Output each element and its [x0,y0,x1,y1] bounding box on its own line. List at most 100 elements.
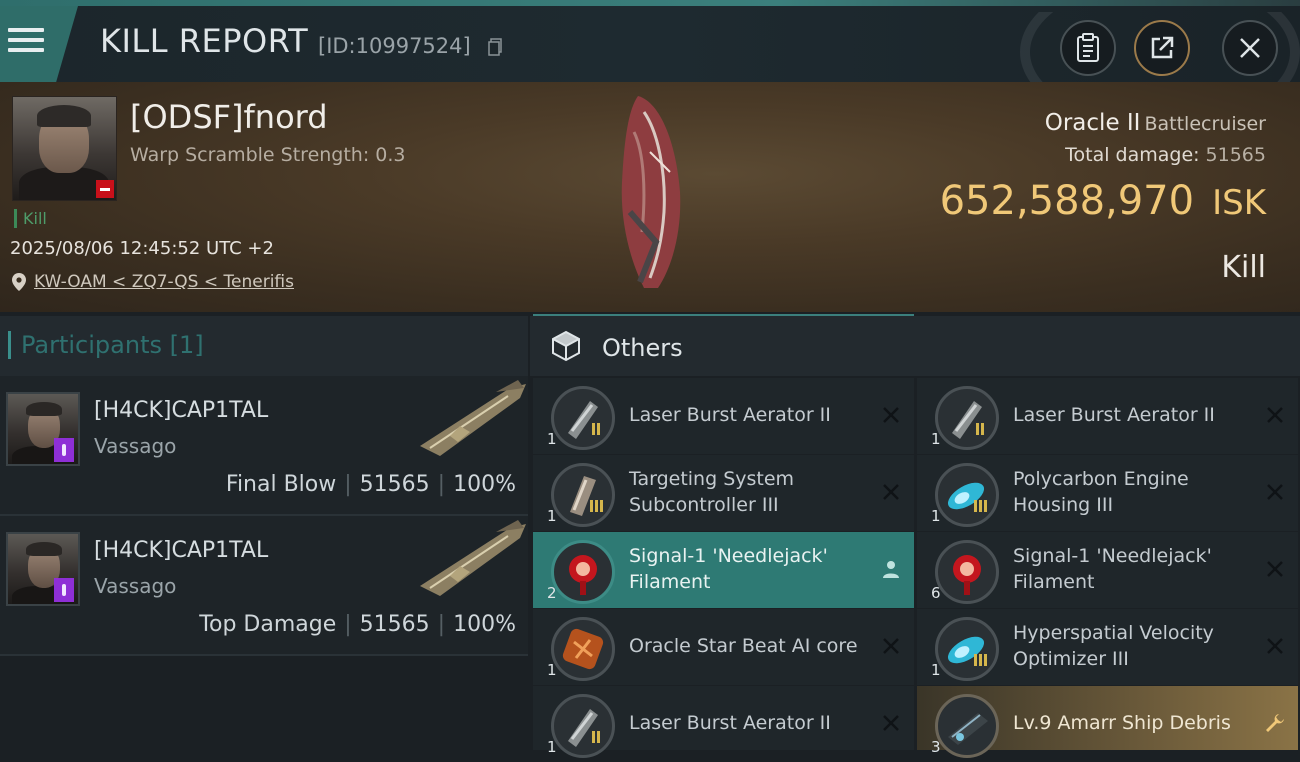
participant-stats: Final Blow | 51565 | 100% [225,472,516,497]
item-name: Signal-1 'Needlejack' Filament [1013,545,1212,593]
victim-name[interactable]: [ODSF]fnord [130,98,328,136]
item-quantity: 1 [931,507,941,525]
item-quantity: 1 [547,738,557,756]
close-icon[interactable] [880,635,902,657]
hostile-status-icon [96,180,114,198]
page-title: KILL REPORT [100,22,309,60]
ship-debris-icon [935,694,999,758]
participant-percent: 100% [453,472,516,497]
participant-stats: Top Damage | 51565 | 100% [199,612,516,637]
item-quantity: 1 [931,430,941,448]
item-name: Lv.9 Amarr Ship Debris [1013,712,1231,735]
total-damage: Total damage: 51565 [1065,144,1266,166]
close-icon[interactable] [880,481,902,503]
participants-label: Participants [21,331,162,359]
item-row[interactable]: 1 Targeting System Subcontroller III [533,455,914,531]
wrench-icon[interactable] [1264,712,1286,734]
participant-ship-image [420,520,526,596]
participant-row[interactable]: [H4CK]CAP1TAL Vassago Top Damage | 51565 | 1… [0,516,528,656]
kill-tag: Kill [14,209,47,228]
filament-icon [935,540,999,604]
item-row-selected[interactable]: 2 Signal-1 'Needlejack' Filament [533,532,914,608]
ship-name-text: Oracle II [1044,110,1141,136]
close-icon[interactable] [1264,404,1286,426]
clipboard-button[interactable] [1060,20,1116,76]
item-row[interactable]: 1 Laser Burst Aerator II [533,686,914,758]
item-row[interactable]: 1 Hyperspatial Velocity Optimizer III [917,609,1298,685]
share-button[interactable] [1134,20,1190,76]
close-icon[interactable] [1264,635,1286,657]
item-quantity: 2 [547,584,557,602]
victim-ship-name: Oracle II Battlecruiser [1045,110,1266,136]
velocity-optimizer-icon [935,617,999,681]
engine-housing-icon [935,463,999,527]
item-row[interactable]: 6 Signal-1 'Needlejack' Filament [917,532,1298,608]
close-button[interactable] [1222,20,1278,76]
participant-name: [H4CK]CAP1TAL [94,538,269,563]
item-name: Oracle Star Beat AI core [629,635,858,658]
participant-row[interactable]: [H4CK]CAP1TAL Vassago Final Blow | 51565 | 1… [0,376,528,516]
participant-name: [H4CK]CAP1TAL [94,398,269,423]
filament-icon [551,540,615,604]
kill-result: Kill [1221,250,1266,285]
report-id: [ID:10997524] [318,34,471,58]
cube-icon [552,330,580,362]
item-name: Targeting System Subcontroller III [629,468,795,516]
ai-core-icon [551,617,615,681]
item-name: Polycarbon Engine Housing III [1013,468,1189,516]
warp-scramble-strength: Warp Scramble Strength: 0.3 [130,144,406,166]
ship-class: Battlecruiser [1144,113,1266,135]
item-row[interactable]: 1 Polycarbon Engine Housing III [917,455,1298,531]
clipboard-icon [1077,33,1099,62]
item-quantity: 1 [547,430,557,448]
total-damage-value: 51565 [1205,144,1266,166]
header-bar: KILL REPORT [ID:10997524] [0,6,1300,88]
participant-percent: 100% [453,612,516,637]
hamburger-icon [8,28,44,56]
participant-role: Top Damage [199,612,337,637]
item-quantity: 1 [931,661,941,679]
item-quantity: 1 [547,661,557,679]
close-icon[interactable] [880,712,902,734]
isk-amount: 652,588,970 [939,178,1195,224]
victim-banner: [ODSF]fnord Warp Scramble Strength: 0.3 … [0,82,1300,312]
victim-ship-image [621,96,681,288]
item-row[interactable]: 1 Laser Burst Aerator II [917,378,1298,454]
item-row[interactable]: 3 Lv.9 Amarr Ship Debris [917,686,1298,758]
location-link[interactable]: KW-OAM < ZQ7-QS < Tenerifis [34,272,294,292]
participant-ship: Vassago [94,434,177,458]
item-quantity: 3 [931,738,941,756]
close-icon[interactable] [1264,558,1286,580]
close-icon[interactable] [1264,481,1286,503]
laser-aerator-icon [551,694,615,758]
location-pin-icon [12,273,26,291]
item-name: Hyperspatial Velocity Optimizer III [1013,622,1214,670]
menu-button[interactable] [0,6,78,82]
close-icon[interactable] [880,404,902,426]
kill-location[interactable]: KW-OAM < ZQ7-QS < Tenerifis [12,272,294,292]
item-name: Laser Burst Aerator II [1013,404,1215,427]
item-name: Laser Burst Aerator II [629,712,831,735]
others-header: Others [530,316,1300,376]
security-status-icon [54,438,74,462]
total-damage-label: Total damage: [1065,144,1200,166]
others-title: Others [602,334,683,362]
item-name: Laser Burst Aerator II [629,404,831,427]
participant-ship: Vassago [94,574,177,598]
participants-count: [1] [169,331,204,359]
isk-unit: ISK [1212,183,1266,223]
copy-icon[interactable] [488,38,502,56]
security-status-icon [54,578,74,602]
targeting-subcontroller-icon [551,463,615,527]
item-quantity: 6 [931,584,941,602]
participant-damage: 51565 [359,472,430,497]
participant-damage: 51565 [359,612,430,637]
participants-title[interactable]: Participants [1] [8,331,204,359]
participants-header: Participants [1] [0,316,528,376]
item-row[interactable]: 1 Oracle Star Beat AI core [533,609,914,685]
person-icon[interactable] [880,558,902,580]
item-quantity: 1 [547,507,557,525]
item-name: Signal-1 'Needlejack' Filament [629,545,828,593]
laser-aerator-icon [551,386,615,450]
item-row[interactable]: 1 Laser Burst Aerator II [533,378,914,454]
